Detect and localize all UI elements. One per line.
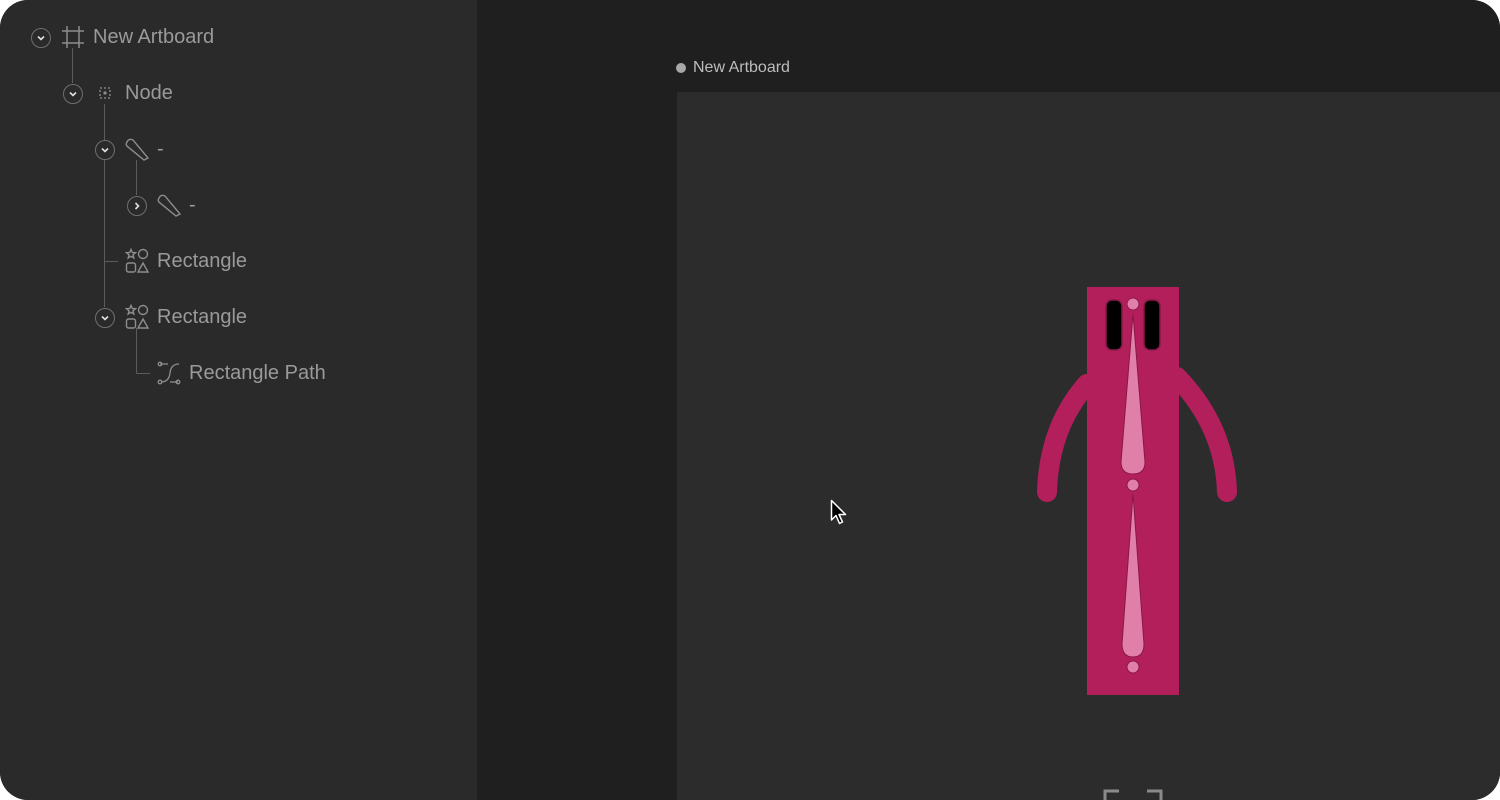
chevron-down-icon — [37, 35, 45, 41]
pen-shape-icon — [124, 136, 150, 162]
layer-label[interactable]: - — [189, 190, 196, 220]
top-dot-shape — [1126, 297, 1140, 311]
bottom-dot-shape — [1126, 660, 1140, 674]
layer-label[interactable]: Rectangle — [157, 246, 247, 276]
layer-label[interactable]: - — [157, 134, 164, 164]
app-window: New Artboard Node - - Rectangle Rectangl… — [0, 0, 1500, 800]
collapse-toggle[interactable] — [95, 140, 115, 160]
artboard-dot-icon — [676, 63, 686, 73]
shapes-icon — [124, 248, 150, 274]
layer-label[interactable]: New Artboard — [93, 22, 214, 52]
right-arm-shape — [1167, 367, 1237, 502]
chevron-right-icon — [134, 202, 140, 210]
path-icon — [156, 360, 182, 386]
artboard-title[interactable]: New Artboard — [676, 57, 790, 79]
node-icon — [92, 80, 118, 106]
right-eye-shape — [1143, 299, 1161, 351]
bounds-bracket-left — [1103, 789, 1119, 800]
mouse-cursor-icon — [830, 499, 847, 525]
left-arm-shape — [1037, 374, 1097, 502]
bounds-bracket-right — [1147, 789, 1163, 800]
artwork — [1037, 287, 1237, 800]
tree-guide-lines — [72, 48, 150, 374]
chevron-down-icon — [101, 147, 109, 153]
artboard-title-label: New Artboard — [693, 59, 790, 76]
expand-toggle[interactable] — [127, 196, 147, 216]
collapse-toggle[interactable] — [95, 308, 115, 328]
shapes-icon — [124, 304, 150, 330]
chevron-down-icon — [69, 91, 77, 97]
artboard-icon — [60, 24, 86, 50]
layer-label[interactable]: Node — [125, 78, 173, 108]
layer-label[interactable]: Rectangle — [157, 302, 247, 332]
layer-label[interactable]: Rectangle Path — [189, 358, 326, 388]
collapse-toggle[interactable] — [63, 84, 83, 104]
hierarchy-panel: New Artboard Node - - Rectangle Rectangl… — [0, 0, 477, 800]
left-eye-shape — [1105, 299, 1123, 351]
pen-shape-icon — [156, 192, 182, 218]
middle-dot-shape — [1126, 478, 1140, 492]
chevron-down-icon — [101, 315, 109, 321]
artboard-canvas[interactable] — [677, 92, 1500, 800]
collapse-toggle[interactable] — [31, 28, 51, 48]
canvas-stage[interactable]: New Artboard — [477, 0, 1500, 800]
